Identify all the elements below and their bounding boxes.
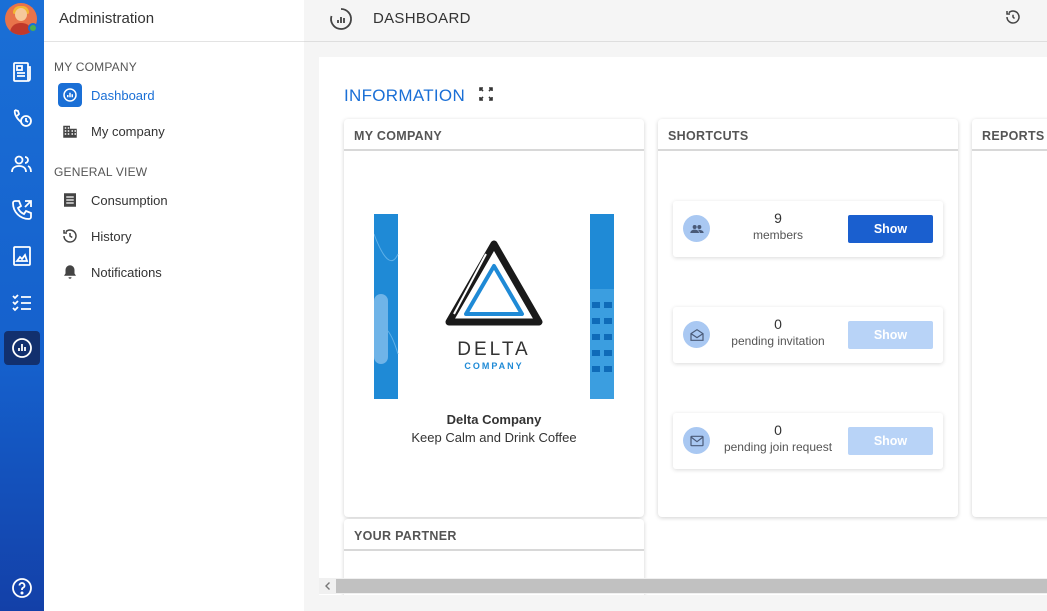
scrollbar-thumb[interactable] [336, 579, 1047, 593]
sidebar-item-label: History [91, 228, 132, 244]
company-name: Delta Company [446, 412, 542, 427]
show-members-button[interactable]: Show [848, 215, 933, 243]
sidebar-item-label: Notifications [91, 264, 162, 280]
horizontal-scrollbar[interactable] [319, 578, 1047, 594]
shortcut-pending-invitation: 0 pending invitation Show [673, 307, 943, 363]
page-header: DASHBOARD [304, 0, 1047, 42]
history-icon [58, 224, 82, 248]
section-label-general-view: GENERAL VIEW [54, 165, 148, 179]
company-slogan: Keep Calm and Drink Coffee [411, 430, 577, 445]
shortcut-members: 9 members Show [673, 201, 943, 257]
members-label: members [752, 228, 803, 242]
bell-icon [58, 260, 82, 284]
invitation-icon [683, 321, 710, 348]
pending-invitation-count: 0 [774, 316, 782, 332]
card-header: MY COMPANY [344, 119, 644, 151]
logo-subtext: COMPANY [464, 361, 523, 371]
sidebar-item-dashboard[interactable]: Dashboard [58, 81, 288, 109]
document-icon[interactable] [4, 239, 40, 273]
card-title: REPORTS [982, 129, 1045, 143]
online-status-dot [28, 23, 38, 33]
company-logo: DELTA COMPANY [374, 214, 614, 399]
app-rail [0, 0, 44, 611]
building-icon [58, 119, 82, 143]
list-icon [58, 188, 82, 212]
card-title: SHORTCUTS [668, 129, 749, 143]
show-join-requests-button[interactable]: Show [848, 427, 933, 455]
section-label-my-company: MY COMPANY [54, 60, 137, 74]
dashboard-content: INFORMATION MY COMPANY DELTA COMPANY Del… [319, 57, 1047, 595]
sidebar-item-consumption[interactable]: Consumption [58, 186, 288, 214]
sidebar-item-label: Dashboard [91, 87, 155, 103]
pending-join-request-label: pending join request [723, 440, 833, 454]
shortcut-pending-join-request: 0 pending join request Show [673, 413, 943, 469]
expand-icon[interactable] [478, 86, 494, 102]
members-count: 9 [774, 210, 782, 226]
phone-icon[interactable] [4, 193, 40, 227]
admin-sidebar: Administration MY COMPANY Dashboard My c… [44, 0, 304, 611]
card-header: SHORTCUTS [658, 119, 958, 151]
contacts-icon[interactable] [4, 147, 40, 181]
sidebar-item-label: Consumption [91, 192, 168, 208]
checklist-icon[interactable] [4, 285, 40, 319]
card-title: YOUR PARTNER [354, 529, 457, 543]
pending-join-request-count: 0 [774, 422, 782, 438]
shortcuts-card: SHORTCUTS 9 members Show 0 pending invit… [658, 119, 958, 517]
sidebar-item-my-company[interactable]: My company [58, 117, 288, 145]
pending-invitation-label: pending invitation [731, 334, 825, 348]
sidebar-item-label: My company [91, 123, 165, 139]
show-invitations-button[interactable]: Show [848, 321, 933, 349]
dashboard-icon [58, 83, 82, 107]
sidebar-item-notifications[interactable]: Notifications [58, 258, 288, 286]
card-header: YOUR PARTNER [344, 519, 644, 551]
group-icon [683, 215, 710, 242]
card-title: MY COMPANY [354, 129, 442, 143]
logo-text: DELTA [457, 339, 530, 360]
sidebar-item-history[interactable]: History [58, 222, 288, 250]
sidebar-title: Administration [59, 10, 155, 27]
scroll-left-icon[interactable] [323, 581, 333, 591]
mail-icon [683, 427, 710, 454]
card-header: REPORTS [972, 119, 1047, 151]
dashboard-icon[interactable] [4, 331, 40, 365]
call-history-icon[interactable] [4, 101, 40, 135]
information-title: INFORMATION [344, 86, 466, 105]
my-company-card: MY COMPANY DELTA COMPANY Delta Company K… [344, 119, 644, 517]
page-title: DASHBOARD [373, 10, 471, 27]
news-icon[interactable] [4, 55, 40, 89]
help-icon[interactable] [4, 571, 40, 605]
reports-card: REPORTS [972, 119, 1047, 517]
history-icon[interactable] [1004, 8, 1022, 26]
dashboard-icon [330, 8, 352, 30]
sidebar-divider [44, 41, 304, 42]
